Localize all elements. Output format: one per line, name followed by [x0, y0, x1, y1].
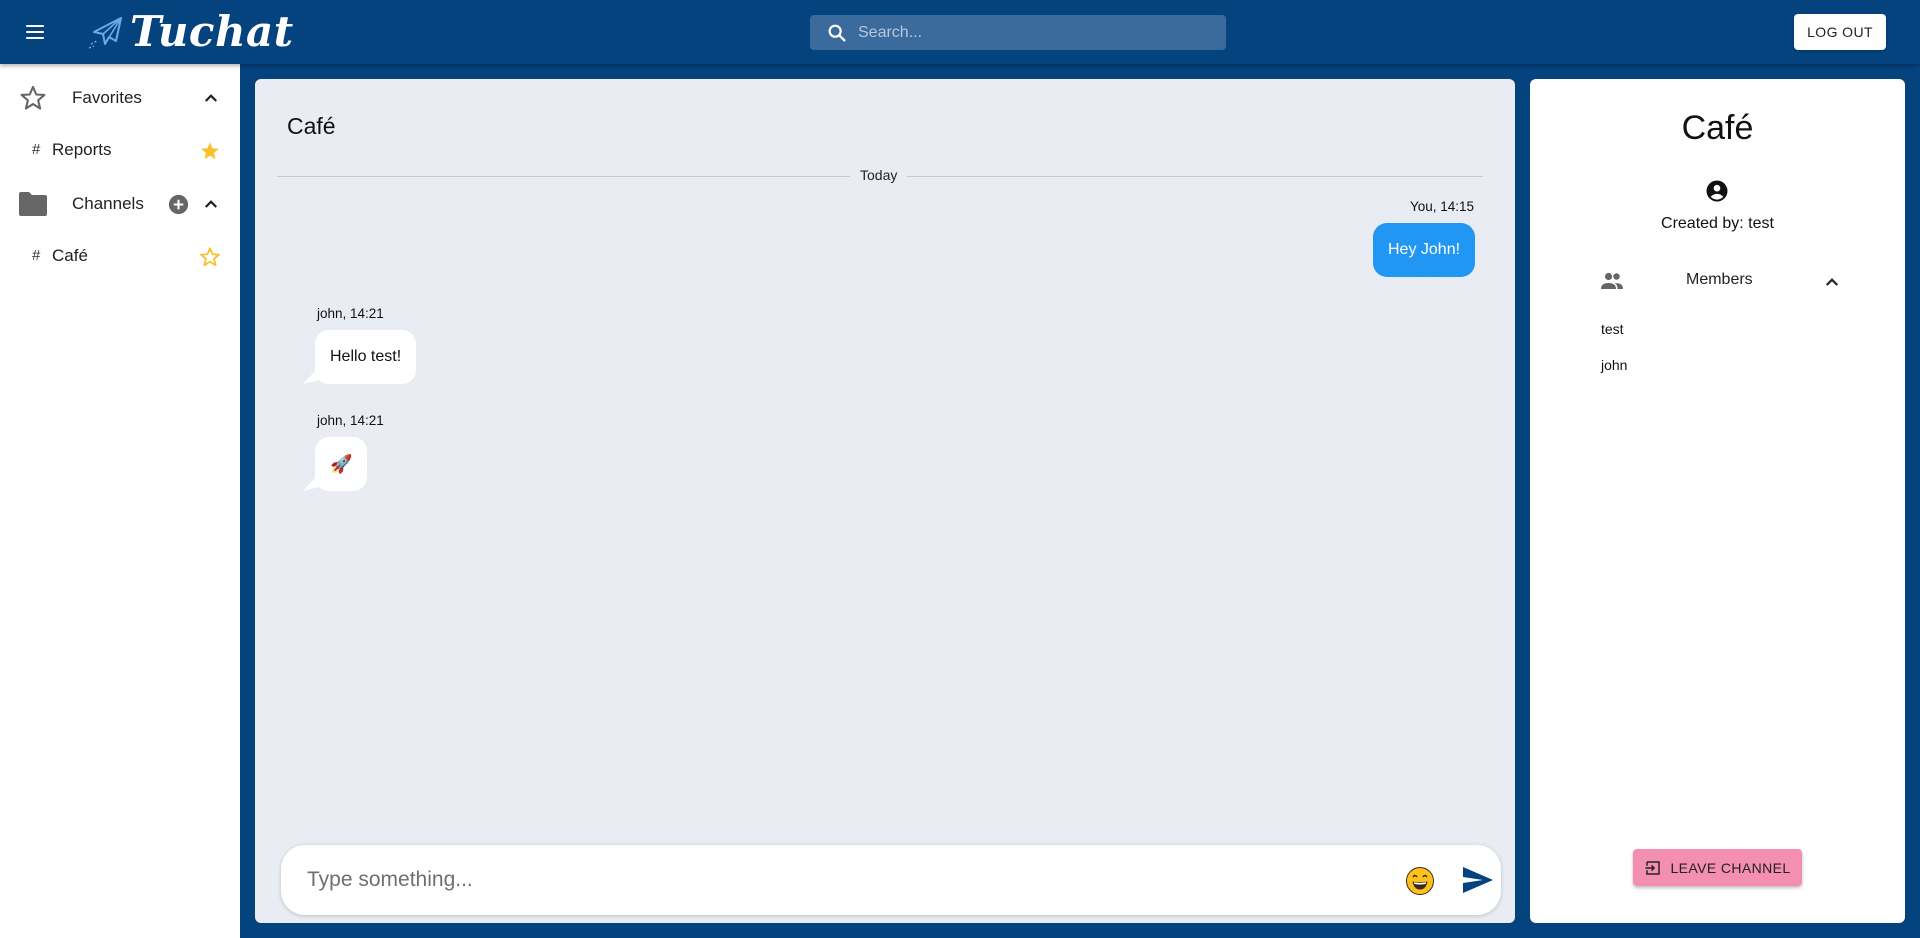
menu-icon[interactable] [20, 18, 50, 46]
message-composer [281, 845, 1501, 915]
member-item[interactable]: john [1601, 357, 1627, 373]
message-input[interactable] [307, 865, 1307, 895]
people-icon [1601, 272, 1623, 289]
star-outline-icon [20, 85, 46, 110]
sidebar-item-reports[interactable]: # Reports [0, 125, 240, 177]
channels-section-header[interactable]: Channels [0, 178, 240, 230]
chevron-up-icon[interactable] [202, 89, 220, 107]
bubble-tail [303, 369, 323, 384]
chevron-up-icon[interactable] [202, 195, 220, 213]
member-item[interactable]: test [1601, 321, 1624, 337]
message-meta: john, 14:21 [317, 306, 384, 321]
info-channel-title: Café [1681, 109, 1754, 147]
bubble-tail [303, 476, 323, 491]
channel-title: Café [287, 113, 336, 139]
add-circle-icon[interactable] [168, 194, 189, 215]
star-filled-icon[interactable] [199, 140, 221, 162]
star-outline-icon[interactable] [199, 246, 221, 268]
leave-channel-label: LEAVE CHANNEL [1670, 859, 1791, 876]
search-icon [828, 24, 846, 42]
app-logo[interactable]: Tuchat [88, 8, 294, 56]
favorites-label: Favorites [72, 88, 142, 107]
channel-hash: # [32, 247, 41, 264]
send-icon[interactable] [1461, 865, 1495, 895]
logout-button[interactable]: LOG OUT [1794, 14, 1886, 50]
message-meta: john, 14:21 [317, 413, 384, 428]
channel-name: Café [52, 246, 88, 265]
channels-label: Channels [72, 194, 144, 213]
exit-icon [1645, 860, 1661, 875]
channel-info-panel: Café Created by: test Members test john … [1530, 79, 1905, 923]
channel-hash: # [32, 141, 41, 158]
search-input[interactable] [858, 23, 1218, 42]
chevron-up-icon[interactable] [1823, 273, 1841, 291]
app-name: Tuchat [130, 7, 294, 56]
emoji-icon[interactable] [1405, 866, 1435, 896]
favorites-section-header[interactable]: Favorites [0, 72, 240, 124]
paper-plane-logo-icon [88, 17, 122, 49]
members-section-header[interactable]: Members [1590, 263, 1850, 299]
chat-panel: Café Today You, 14:15 Hey John! john, 14… [255, 79, 1515, 923]
folder-icon [19, 192, 47, 216]
created-by-text: Created by: test [1661, 215, 1774, 232]
sidebar-item-cafe[interactable]: # Café [0, 231, 240, 283]
search-bar[interactable] [810, 15, 1226, 50]
account-circle-icon [1706, 180, 1728, 202]
leave-channel-button[interactable]: LEAVE CHANNEL [1633, 849, 1802, 886]
message-meta: You, 14:15 [1410, 199, 1475, 214]
date-divider-label: Today [850, 167, 908, 183]
message-bubble-other[interactable]: Hello test! [315, 330, 417, 384]
members-label: Members [1686, 271, 1753, 288]
bubble-tail [1415, 265, 1441, 277]
channel-name: Reports [52, 140, 112, 159]
sidebar: Favorites # Reports Channels # Café [0, 64, 240, 938]
top-app-bar: Tuchat LOG OUT [0, 0, 1920, 64]
